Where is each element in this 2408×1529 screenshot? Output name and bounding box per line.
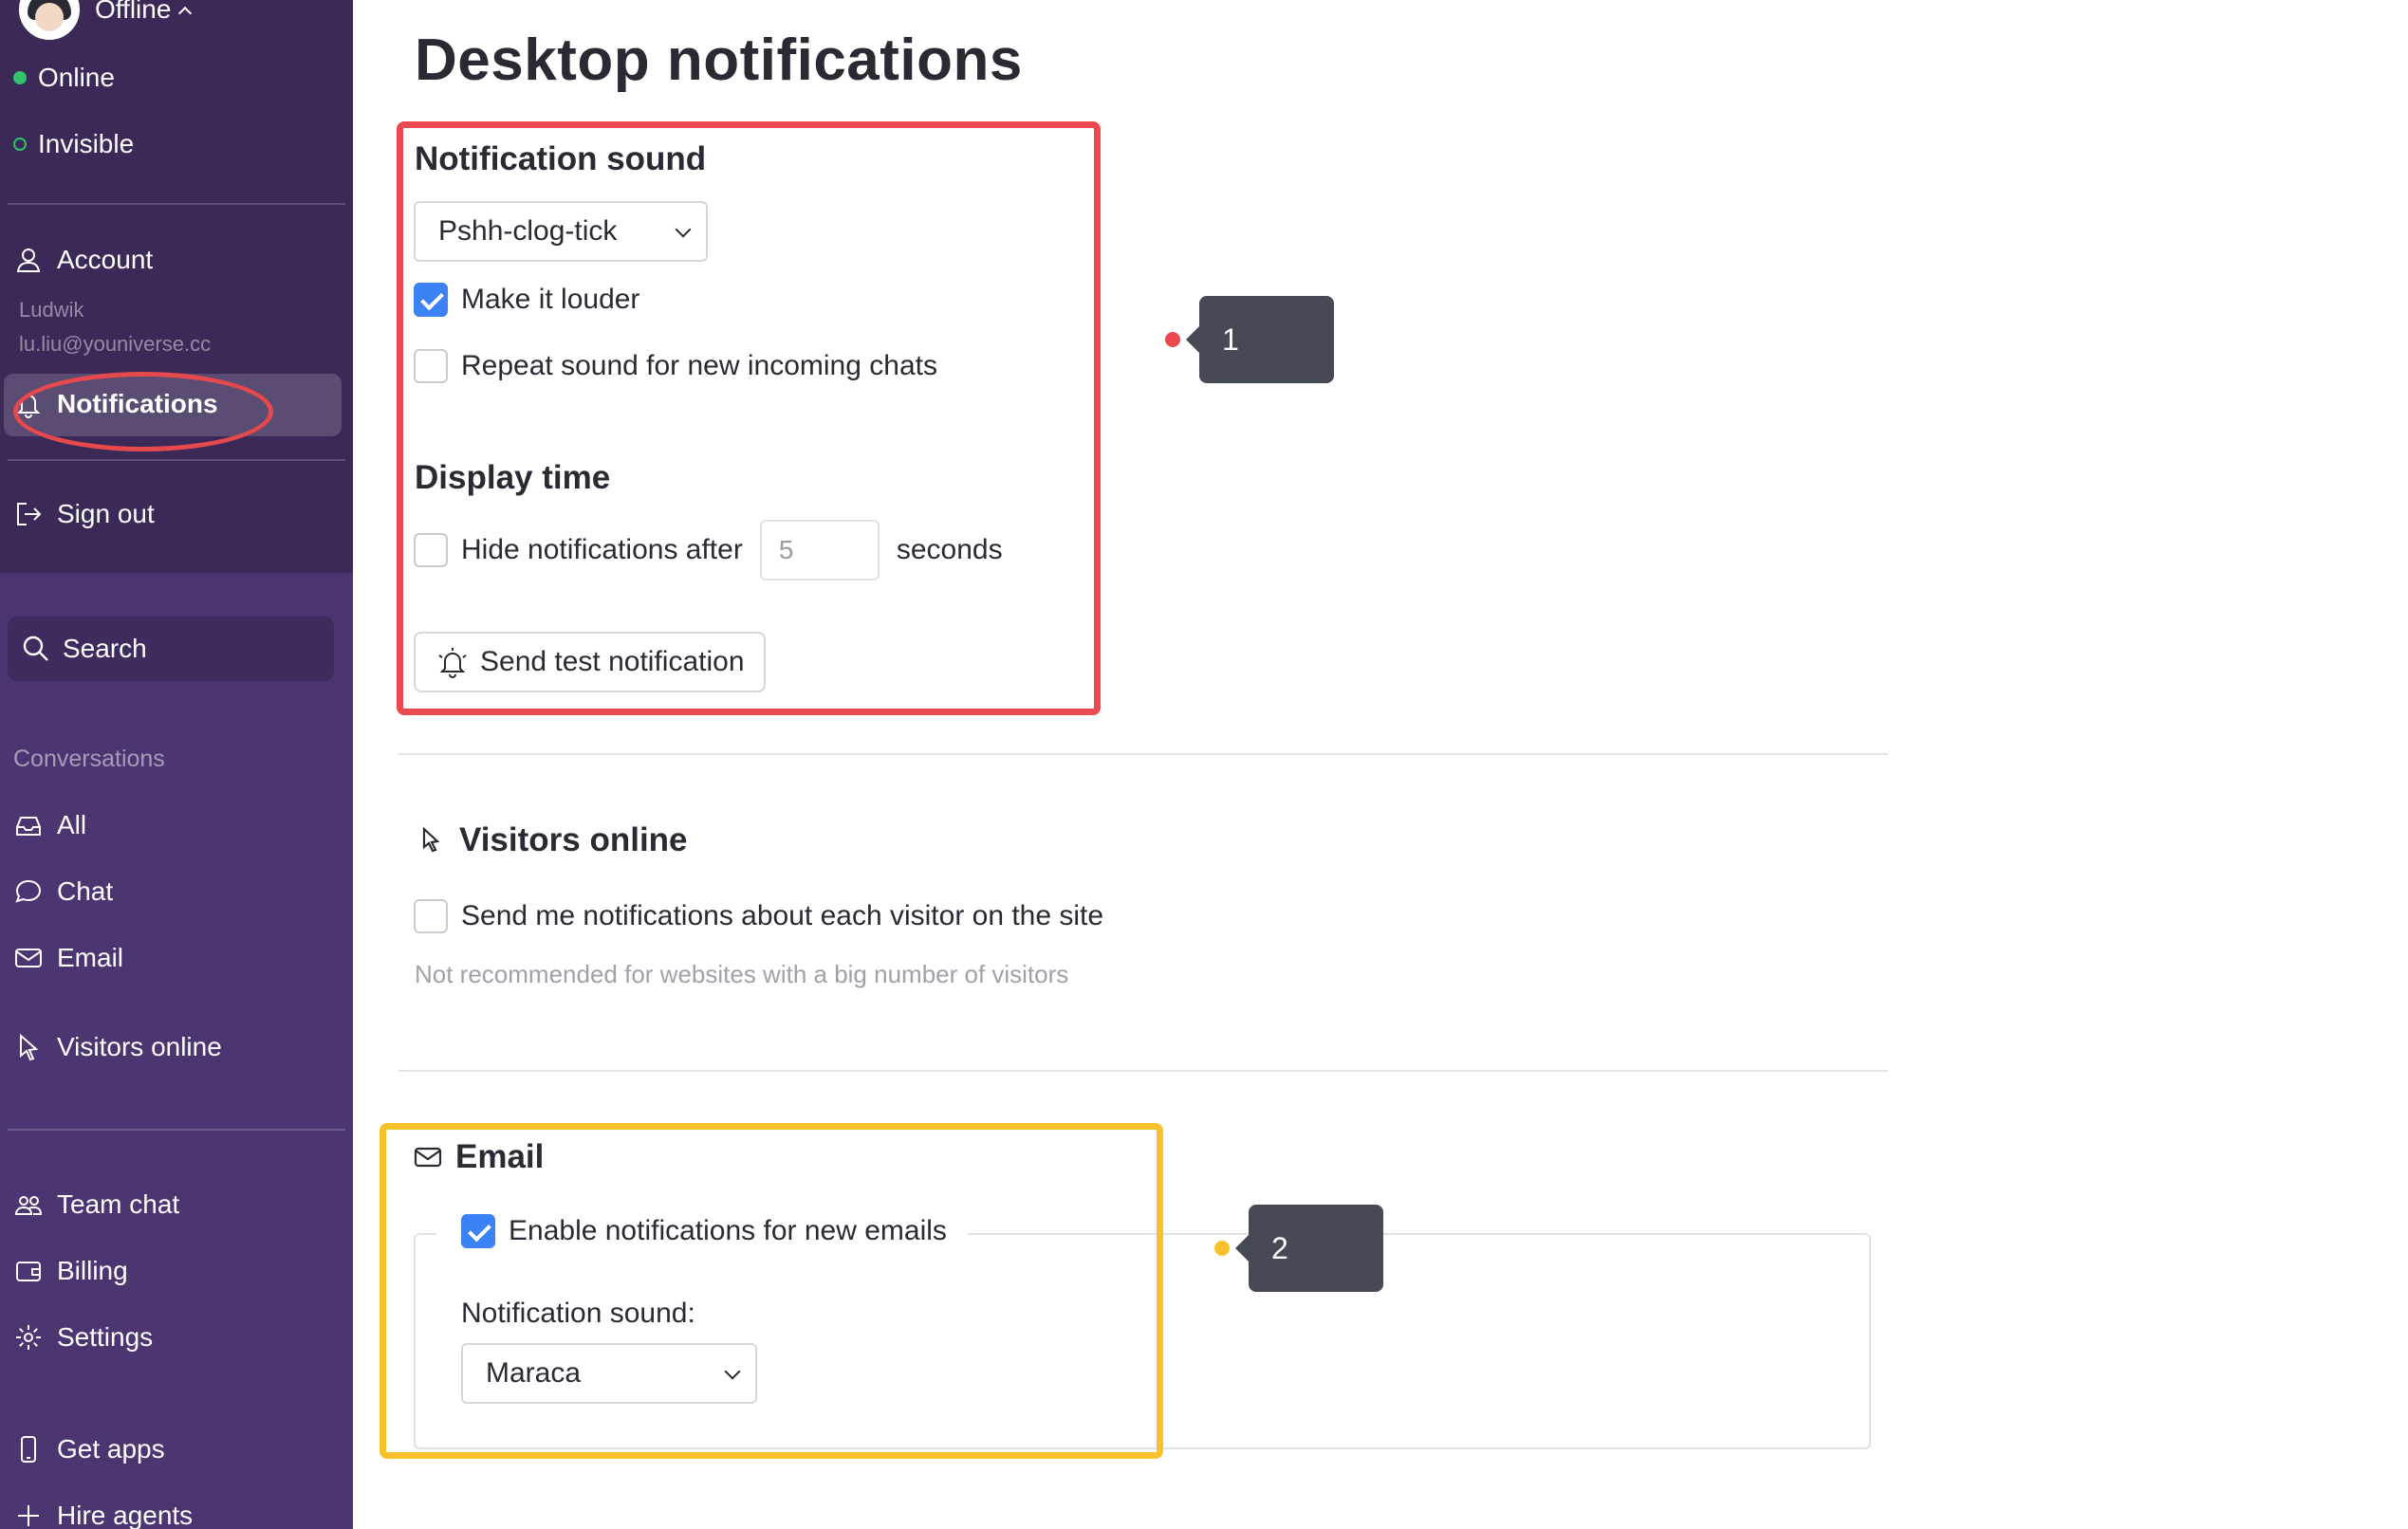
phone-icon xyxy=(21,1436,36,1463)
search-icon xyxy=(23,636,48,661)
sidebar-item-hire-agents[interactable]: Hire agents xyxy=(13,1495,193,1529)
user-icon xyxy=(16,249,41,272)
visitor-notifications-checkbox[interactable] xyxy=(414,899,448,933)
sidebar-item-label: Team chat xyxy=(57,1189,180,1219)
gear-icon xyxy=(16,1325,41,1350)
sidebar-item-all[interactable]: All xyxy=(13,804,86,846)
sidebar-item-label: Account xyxy=(57,245,154,274)
online-dot-icon xyxy=(13,71,27,84)
sidebar-item-email[interactable]: Email xyxy=(13,937,123,979)
status-label: Offline xyxy=(95,0,172,24)
section-heading: Visitors online xyxy=(459,821,688,858)
visitors-hint: Not recommended for websites with a big … xyxy=(415,960,1069,988)
search-input[interactable]: Search xyxy=(8,617,334,681)
sidebar-item-label: Settings xyxy=(57,1322,154,1352)
search-placeholder: Search xyxy=(63,634,147,663)
page-title: Desktop notifications xyxy=(415,28,1023,93)
section-divider xyxy=(398,1070,1888,1072)
sidebar-item-label: Email xyxy=(57,943,124,972)
sidebar-item-label: Get apps xyxy=(57,1434,165,1464)
status-option-invisible[interactable]: Invisible xyxy=(13,129,134,159)
sidebar-item-label: All xyxy=(57,810,87,839)
cursor-icon xyxy=(20,1033,39,1061)
sidebar-item-label: Billing xyxy=(57,1256,128,1285)
sidebar-item-visitors-online[interactable]: Visitors online xyxy=(13,1026,222,1068)
conversations-heading: Conversations xyxy=(13,746,165,772)
section-divider xyxy=(398,753,1888,755)
annotation-frame-1 xyxy=(397,121,1101,715)
status-option-label: Invisible xyxy=(38,129,135,158)
sidebar: Offline Online Invisible Account Ludwik … xyxy=(0,0,353,1529)
sidebar-item-settings[interactable]: Settings xyxy=(13,1317,153,1358)
inbox-icon xyxy=(16,817,41,836)
visitor-notifications-row[interactable]: Send me notifications about each visitor… xyxy=(414,899,1103,933)
status-dropdown[interactable]: Offline xyxy=(95,0,193,25)
invisible-dot-icon xyxy=(13,138,27,151)
chevron-up-icon xyxy=(178,6,193,21)
sidebar-item-label: Hire agents xyxy=(57,1501,194,1529)
callout-1: 1 xyxy=(1186,296,1334,383)
sidebar-item-label: Visitors online xyxy=(57,1032,222,1061)
callout-label: 2 xyxy=(1271,1230,1288,1265)
status-option-online[interactable]: Online xyxy=(13,63,115,93)
sidebar-item-get-apps[interactable]: Get apps xyxy=(13,1428,165,1470)
sidebar-item-account[interactable]: Account xyxy=(13,239,153,281)
sidebar-divider xyxy=(8,1129,345,1131)
checkbox-label: Send me notifications about each visitor… xyxy=(461,900,1104,931)
sidebar-item-billing[interactable]: Billing xyxy=(13,1250,128,1292)
account-name: Ludwik xyxy=(19,298,84,322)
sidebar-divider xyxy=(8,459,345,461)
sidebar-item-chat[interactable]: Chat xyxy=(13,871,113,912)
visitors-online-heading: Visitors online xyxy=(417,821,688,859)
callout-label: 1 xyxy=(1222,322,1239,357)
account-email: lu.liu@youniverse.cc xyxy=(19,332,212,356)
callout-marker-dot xyxy=(1214,1241,1230,1256)
sidebar-item-sign-out[interactable]: Sign out xyxy=(13,493,155,535)
sidebar-item-team-chat[interactable]: Team chat xyxy=(13,1184,179,1225)
envelope-icon xyxy=(15,949,42,967)
sidebar-item-label: Chat xyxy=(57,876,114,906)
team-icon xyxy=(14,1196,43,1215)
sidebar-item-label: Sign out xyxy=(57,499,155,528)
sign-out-icon xyxy=(17,503,42,525)
callout-marker-dot xyxy=(1165,332,1180,347)
main-content: Desktop notifications Notification sound… xyxy=(353,0,2408,1529)
wallet-icon xyxy=(16,1262,41,1281)
annotation-frame-2 xyxy=(380,1123,1163,1459)
cursor-icon xyxy=(422,826,440,853)
notifications-highlight-ellipse xyxy=(13,372,273,451)
chat-bubble-icon xyxy=(15,879,42,903)
app-root: Offline Online Invisible Account Ludwik … xyxy=(0,0,2408,1529)
sidebar-divider xyxy=(8,203,345,205)
callout-2: 2 xyxy=(1235,1205,1383,1292)
plus-icon xyxy=(18,1505,39,1526)
status-option-label: Online xyxy=(38,63,115,92)
